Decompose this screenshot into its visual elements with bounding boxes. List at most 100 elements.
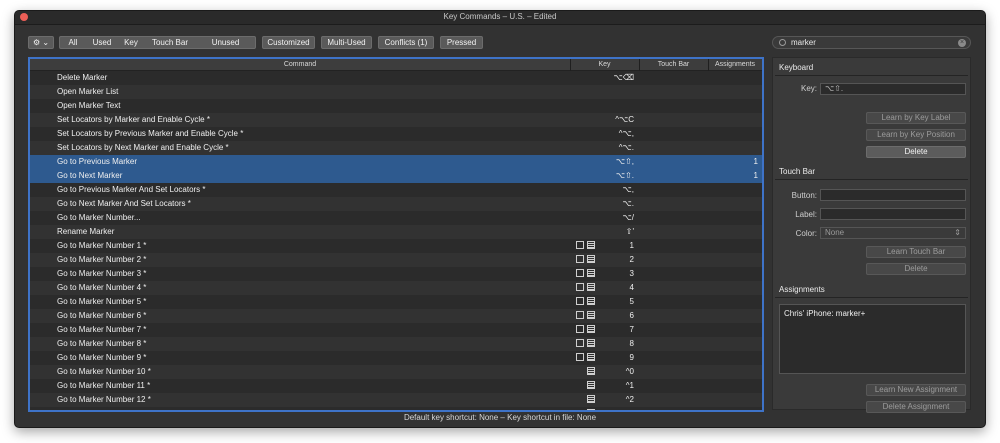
table-row[interactable]: Go to Marker Number 5 * 5 xyxy=(30,295,762,309)
learn-touch-bar-button[interactable]: Learn Touch Bar xyxy=(866,246,966,258)
table-row[interactable]: Go to Marker Number... ⌥/ xyxy=(30,211,762,225)
keyboard-section-title: Keyboard xyxy=(779,63,814,72)
command-cell: Go to Previous Marker xyxy=(57,157,138,166)
delete-assignment-button[interactable]: Delete Assignment xyxy=(866,401,966,413)
table-row[interactable]: Go to Marker Number 10 * ^0 xyxy=(30,365,762,379)
key-cell: 3 xyxy=(629,269,634,278)
table-row[interactable]: Delete Marker ⌥⌫ xyxy=(30,71,762,85)
table-row[interactable]: Set Locators by Next Marker and Enable C… xyxy=(30,141,762,155)
table-row[interactable]: Open Marker List xyxy=(30,85,762,99)
delete-key-button[interactable]: Delete xyxy=(866,146,966,158)
key-cell: 1 xyxy=(629,241,634,250)
key-cell: ⌥⌫ xyxy=(613,73,634,82)
table-row[interactable]: Set Locators by Marker and Enable Cycle … xyxy=(30,113,762,127)
key-field[interactable]: ⌥⇧. xyxy=(820,83,966,95)
table-body: Delete Marker ⌥⌫ Open Marker List Open Mark… xyxy=(30,71,762,410)
pressed-button[interactable]: Pressed xyxy=(440,36,483,49)
filter-touch-bar[interactable]: Touch Bar xyxy=(144,37,196,48)
color-select[interactable]: None ⇕ xyxy=(820,227,966,239)
command-cell: Go to Marker Number 6 * xyxy=(57,311,147,320)
filter-key[interactable]: Key xyxy=(118,37,144,48)
filter-segmented-control: All Used Key Touch Bar Unused xyxy=(59,36,256,49)
table-row[interactable]: Go to Marker Number 2 * 2 xyxy=(30,253,762,267)
inspector-panel: Keyboard Key: ⌥⇧. Learn by Key Label Lea… xyxy=(772,57,971,413)
command-cell: Go to Marker Number 5 * xyxy=(57,297,147,306)
table-row[interactable]: Go to Marker Number 4 * 4 xyxy=(30,281,762,295)
assignments-cell: 1 xyxy=(753,157,758,166)
touch-bar-label-field[interactable] xyxy=(820,208,966,220)
learn-new-assignment-button[interactable]: Learn New Assignment xyxy=(866,384,966,396)
table-row[interactable]: Go to Next Marker ⌥⇧. 1 xyxy=(30,169,762,183)
divider xyxy=(775,179,968,180)
key-cell: ^3 xyxy=(570,407,634,410)
table-row[interactable]: Go to Marker Number 7 * 7 xyxy=(30,323,762,337)
divider xyxy=(775,297,968,298)
key-cell: 2 xyxy=(629,255,634,264)
command-cell: Set Locators by Marker and Enable Cycle … xyxy=(57,115,210,124)
key-commands-table: Command Key Touch Bar Assignments Delete… xyxy=(28,57,764,412)
delete-touch-bar-button[interactable]: Delete xyxy=(866,263,966,275)
table-row[interactable]: Go to Marker Number 13 * ^3 xyxy=(30,407,762,410)
command-cell: Go to Previous Marker And Set Locators * xyxy=(57,185,206,194)
search-input[interactable]: marker xyxy=(791,37,816,48)
conflicts-button[interactable]: Conflicts (1) xyxy=(378,36,434,49)
learn-by-key-position-button[interactable]: Learn by Key Position xyxy=(866,129,966,141)
clear-search-icon[interactable]: × xyxy=(958,39,966,47)
column-header-command[interactable]: Command xyxy=(30,59,570,70)
command-cell: Open Marker List xyxy=(57,87,119,96)
gear-icon: ⚙ xyxy=(32,38,41,47)
column-header-key[interactable]: Key xyxy=(570,59,639,70)
customized-button[interactable]: Customized xyxy=(262,36,315,49)
learn-by-key-label-button[interactable]: Learn by Key Label xyxy=(866,112,966,124)
command-cell: Go to Marker Number 8 * xyxy=(57,339,147,348)
command-cell: Go to Marker Number... xyxy=(57,213,141,222)
assignment-item[interactable]: Chris' iPhone: marker+ xyxy=(784,309,961,318)
table-row[interactable]: Go to Marker Number 8 * 8 xyxy=(30,337,762,351)
filter-used[interactable]: Used xyxy=(86,37,118,48)
command-cell: Go to Marker Number 10 * xyxy=(57,367,151,376)
chevron-down-icon: ⌄ xyxy=(42,38,50,47)
command-cell: Go to Marker Number 9 * xyxy=(57,353,147,362)
command-cell: Go to Marker Number 2 * xyxy=(57,255,147,264)
command-cell: Go to Next Marker And Set Locators * xyxy=(57,199,191,208)
column-header-touch-bar[interactable]: Touch Bar xyxy=(639,59,708,70)
window-title: Key Commands – U.S. – Edited xyxy=(443,12,557,21)
touch-bar-section-title: Touch Bar xyxy=(779,167,816,176)
table-row[interactable]: Go to Marker Number 11 * ^1 xyxy=(30,379,762,393)
key-cell: ⇧' xyxy=(625,227,634,236)
table-row[interactable]: Set Locators by Previous Marker and Enab… xyxy=(30,127,762,141)
key-cell: 4 xyxy=(629,283,634,292)
divider xyxy=(775,75,968,76)
touch-bar-button-field[interactable] xyxy=(820,189,966,201)
table-row[interactable]: Go to Marker Number 3 * 3 xyxy=(30,267,762,281)
key-cell: 7 xyxy=(629,325,634,334)
table-row[interactable]: Go to Next Marker And Set Locators * ⌥. xyxy=(30,197,762,211)
key-cell: ^0 xyxy=(625,367,634,376)
command-cell: Go to Marker Number 3 * xyxy=(57,269,147,278)
command-cell: Go to Marker Number 11 * xyxy=(57,381,151,390)
key-cell: 9 xyxy=(629,353,634,362)
table-row[interactable]: Go to Previous Marker And Set Locators *… xyxy=(30,183,762,197)
command-cell: Set Locators by Previous Marker and Enab… xyxy=(57,129,244,138)
search-field[interactable]: marker × xyxy=(772,36,971,49)
command-cell: Open Marker Text xyxy=(57,101,121,110)
filter-unused[interactable]: Unused xyxy=(196,37,255,48)
table-row[interactable]: Go to Marker Number 1 * 1 xyxy=(30,239,762,253)
color-select-value: None xyxy=(825,228,845,237)
command-cell: Set Locators by Next Marker and Enable C… xyxy=(57,143,229,152)
table-row[interactable]: Open Marker Text xyxy=(30,99,762,113)
multi-used-button[interactable]: Multi-Used xyxy=(321,36,372,49)
key-cell: ⌥. xyxy=(622,199,634,208)
table-row[interactable]: Go to Previous Marker ⌥⇧, 1 xyxy=(30,155,762,169)
table-header: Command Key Touch Bar Assignments xyxy=(30,59,762,71)
table-row[interactable]: Go to Marker Number 9 * 9 xyxy=(30,351,762,365)
table-row[interactable]: Go to Marker Number 6 * 6 xyxy=(30,309,762,323)
table-row[interactable]: Rename Marker ⇧' xyxy=(30,225,762,239)
column-header-assignments[interactable]: Assignments xyxy=(708,59,762,70)
title-bar: Key Commands – U.S. – Edited xyxy=(15,11,985,25)
status-line: Default key shortcut: None – Key shortcu… xyxy=(403,413,597,422)
table-row[interactable]: Go to Marker Number 12 * ^2 xyxy=(30,393,762,407)
assignments-section-title: Assignments xyxy=(779,285,825,294)
gear-menu-button[interactable]: ⚙ ⌄ xyxy=(28,36,54,49)
filter-all[interactable]: All xyxy=(60,37,86,48)
